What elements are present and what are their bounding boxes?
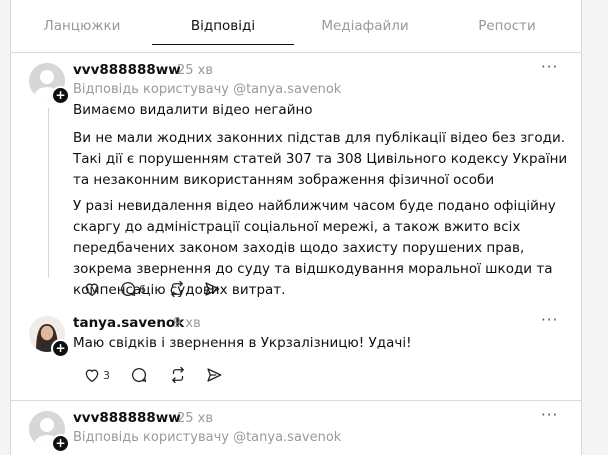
post-time[interactable]: 25 хв bbox=[177, 63, 213, 78]
avatar[interactable]: + bbox=[29, 63, 70, 105]
post-time[interactable]: 25 хв bbox=[177, 411, 213, 426]
reply-post: + vvv888888ww 25 хв ··· Відповідь корист… bbox=[11, 52, 581, 302]
reply-to-label[interactable]: Відповідь користувачу @tanya.savenok bbox=[73, 430, 341, 445]
comment-icon bbox=[131, 368, 147, 383]
heart-icon bbox=[85, 283, 99, 297]
repost-button[interactable] bbox=[169, 364, 187, 386]
more-options-icon[interactable]: ··· bbox=[541, 311, 558, 329]
share-icon bbox=[207, 368, 222, 382]
post-text: Маю свідків і звернення в Укрзалізницю! … bbox=[73, 335, 412, 351]
like-button[interactable]: 3 bbox=[83, 364, 110, 386]
avatar[interactable]: + bbox=[29, 316, 70, 358]
repost-icon bbox=[171, 280, 183, 298]
post-text: У разі невидалення відео найближчим часо… bbox=[73, 198, 556, 298]
active-tab-indicator bbox=[152, 44, 294, 45]
profile-panel: Ланцюжки Відповіді Медіафайли Репости + … bbox=[10, 0, 582, 455]
follow-plus-icon[interactable]: + bbox=[51, 434, 70, 453]
follow-plus-icon[interactable]: + bbox=[51, 339, 70, 358]
share-button[interactable] bbox=[205, 364, 223, 386]
post-text: Ви не мали жодних законних підстав для п… bbox=[73, 130, 568, 188]
reply-post: + tanya.savenok 9 хв ··· Маю свідків і з… bbox=[11, 302, 581, 397]
reply-post: + vvv888888ww 25 хв ··· Відповідь корист… bbox=[11, 401, 581, 455]
follow-plus-icon[interactable]: + bbox=[51, 86, 70, 105]
reply-count: 6 bbox=[139, 282, 146, 296]
reply-button[interactable] bbox=[130, 364, 150, 386]
tab-threads[interactable]: Ланцюжки bbox=[11, 18, 153, 34]
like-button[interactable] bbox=[83, 278, 103, 300]
post-username[interactable]: vvv888888ww bbox=[73, 410, 181, 426]
more-options-icon[interactable]: ··· bbox=[541, 406, 558, 424]
heart-icon bbox=[85, 369, 99, 383]
like-count: 3 bbox=[103, 368, 110, 382]
post-username[interactable]: tanya.savenok bbox=[73, 315, 184, 331]
tab-replies[interactable]: Відповіді bbox=[152, 18, 294, 34]
share-button[interactable] bbox=[203, 278, 221, 300]
reply-button[interactable]: 6 bbox=[119, 278, 146, 300]
post-time[interactable]: 9 хв bbox=[173, 316, 201, 331]
profile-tabs: Ланцюжки Відповіді Медіафайли Репости bbox=[11, 0, 581, 53]
tab-reposts[interactable]: Репости bbox=[436, 18, 578, 34]
post-text: Вимаємо видалити відео негайно bbox=[73, 102, 313, 118]
reply-to-label[interactable]: Відповідь користувачу @tanya.savenok bbox=[73, 82, 341, 97]
repost-button[interactable] bbox=[168, 278, 186, 300]
repost-icon bbox=[172, 366, 184, 384]
tab-media[interactable]: Медіафайли bbox=[294, 18, 436, 34]
avatar[interactable]: + bbox=[29, 411, 70, 453]
comment-icon bbox=[120, 282, 136, 297]
more-options-icon[interactable]: ··· bbox=[541, 58, 558, 76]
share-icon bbox=[205, 282, 220, 296]
post-username[interactable]: vvv888888ww bbox=[73, 62, 181, 78]
thread-line bbox=[48, 108, 49, 278]
